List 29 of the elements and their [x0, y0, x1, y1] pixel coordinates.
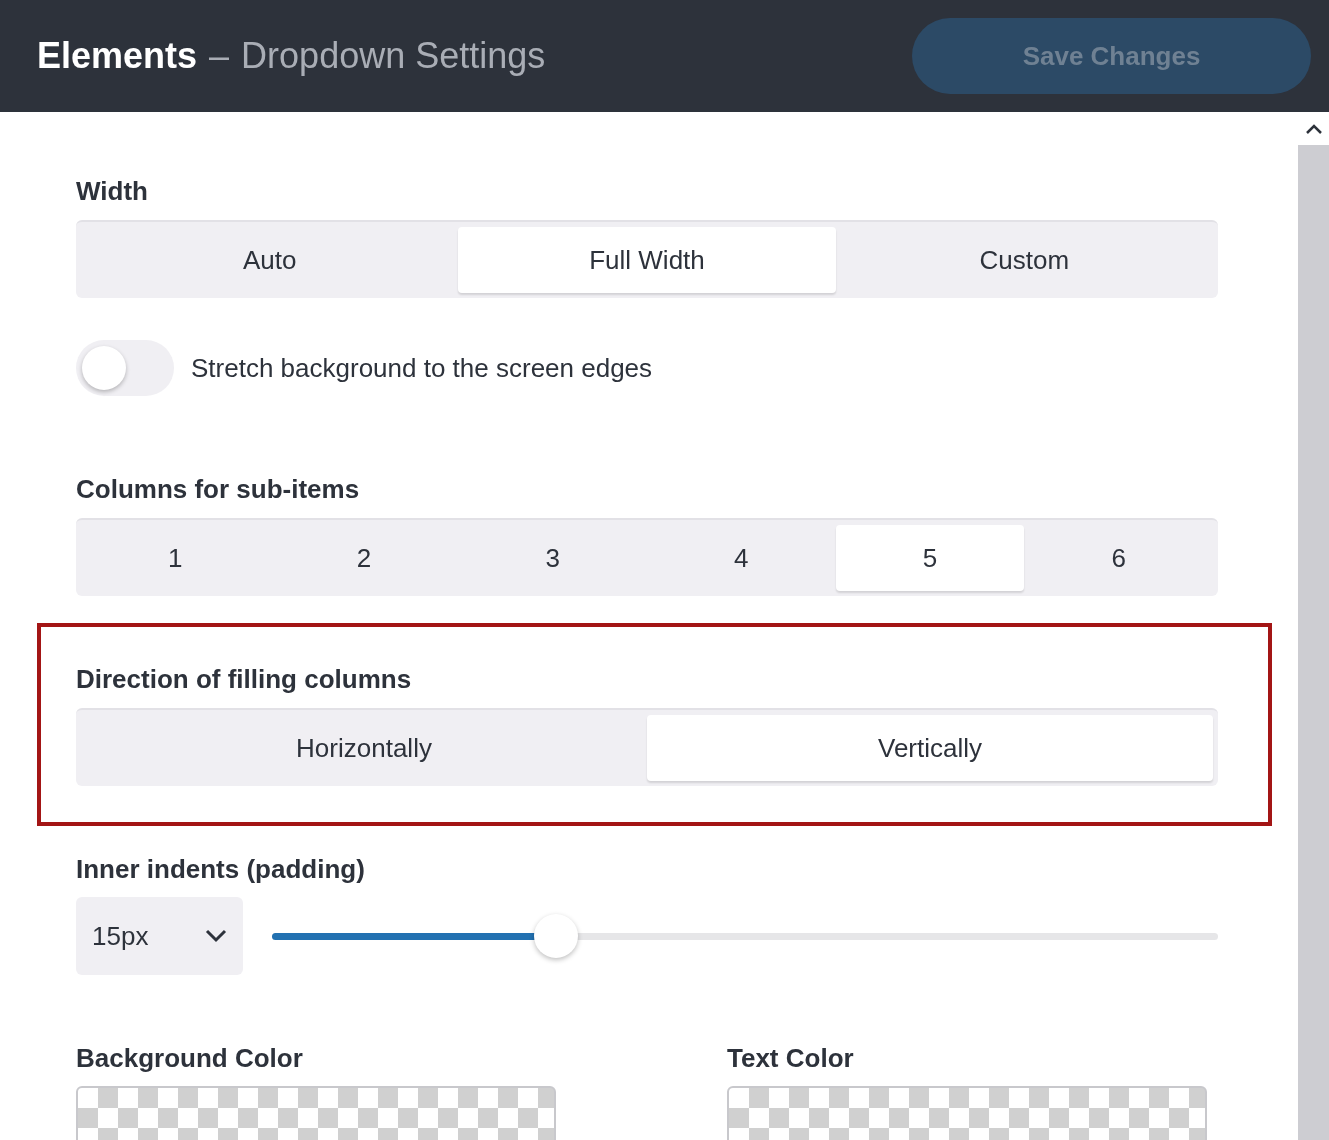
toggle-switch[interactable]	[76, 340, 174, 396]
color-swatch[interactable]	[727, 1086, 1207, 1140]
title-separator: –	[209, 34, 230, 78]
segment-option[interactable]: 2	[269, 525, 459, 591]
segment-option[interactable]: Full Width	[458, 227, 836, 293]
section-label: Background Color	[76, 1043, 304, 1073]
segment-option[interactable]: Vertically	[647, 715, 1213, 781]
segment-option[interactable]: 6	[1024, 525, 1214, 591]
segment-option[interactable]: 3	[458, 525, 647, 591]
value-select[interactable]: 15px	[76, 897, 243, 975]
section-label: Width	[76, 176, 149, 206]
slider-thumb[interactable]	[533, 914, 578, 958]
section-label: Direction of filling columns	[76, 664, 413, 694]
segment-option[interactable]: Auto	[81, 227, 459, 293]
section-label: Inner indents (padding)	[76, 854, 366, 884]
scrollbar[interactable]	[1298, 112, 1329, 1140]
color-swatch[interactable]	[76, 1086, 556, 1140]
segment-option[interactable]: 1	[81, 525, 270, 591]
segment-option[interactable]: 4	[647, 525, 836, 591]
section-label: Columns for sub-items	[76, 474, 361, 504]
page-title: Elements	[37, 34, 198, 78]
chevron-down-icon	[205, 929, 227, 943]
segment-option[interactable]: Horizontally	[81, 715, 647, 781]
chevron-up-icon[interactable]	[1304, 122, 1323, 135]
segment-option[interactable]: 5	[835, 525, 1025, 591]
segment-option[interactable]: Custom	[835, 227, 1213, 293]
toggle-label: Stretch background to the screen edges	[191, 351, 653, 385]
page-subtitle: Dropdown Settings	[241, 34, 546, 78]
section-label: Text Color	[727, 1043, 855, 1073]
